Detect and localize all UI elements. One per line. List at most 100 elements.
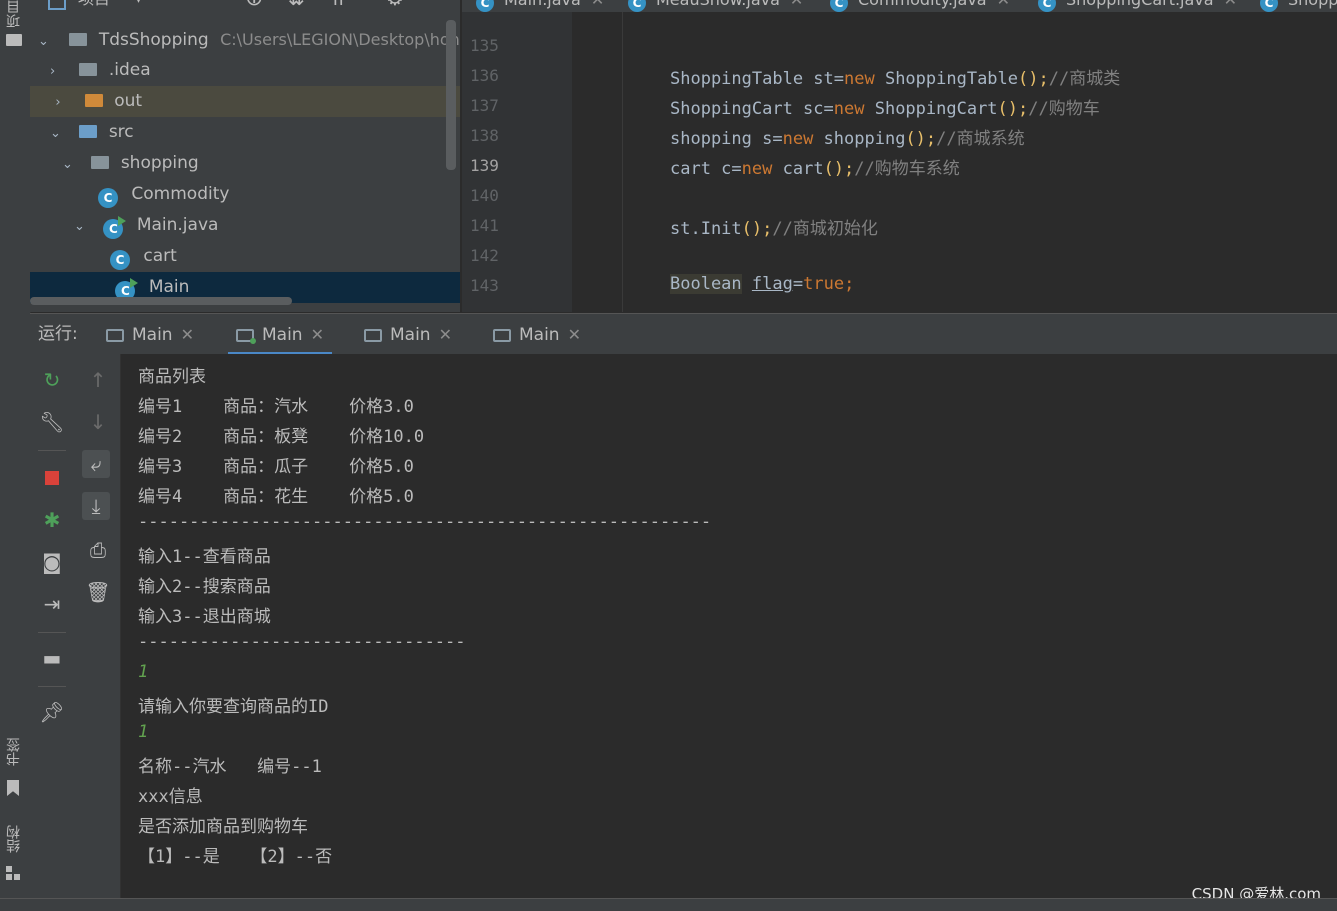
code-editor[interactable]: ShoppingTable st=new ShoppingTable();//商…	[572, 12, 1337, 312]
rerun-icon[interactable]: ↻	[38, 366, 66, 394]
bookmarks-tool-label[interactable]: 书签	[4, 738, 24, 766]
console-line: 输入2--搜索商品	[138, 577, 271, 597]
arrow-down-icon[interactable]: ↓	[84, 408, 112, 436]
line-number: 136	[470, 66, 499, 85]
wrench-icon[interactable]: 🔧︎	[38, 408, 66, 436]
tab-shoppingcart-java[interactable]: C ShoppingCart.java ✕	[1038, 0, 1237, 12]
tree-item-label: Commodity	[131, 184, 230, 204]
project-folder-icon[interactable]	[6, 34, 22, 46]
tree-item-main-java[interactable]: ⌄ C Main.java	[74, 210, 218, 241]
tree-item-label: TdsShopping	[98, 30, 209, 50]
console-line: 编号2 商品：板凳 价格10.0	[138, 427, 425, 447]
line-number: 135	[470, 36, 499, 55]
close-icon[interactable]: ✕	[568, 325, 581, 344]
layout-icon[interactable]: ▬	[38, 644, 66, 672]
trash-icon[interactable]: 🗑︎	[84, 578, 112, 606]
console-line: 名称--汽水 编号--1	[138, 757, 322, 777]
chevron-down-icon[interactable]: ⌄	[74, 211, 88, 242]
close-icon[interactable]: ✕	[1224, 0, 1237, 9]
pin-icon[interactable]: 📌︎	[38, 698, 66, 726]
line-number: 137	[470, 96, 499, 115]
run-tab-main-1[interactable]: Main ✕	[106, 314, 194, 355]
tab-shopp[interactable]: C Shopp	[1260, 0, 1337, 12]
class-icon: C	[830, 0, 848, 12]
hide-panel-icon[interactable]: —	[428, 0, 448, 8]
console-line: 输入3--退出商城	[138, 607, 271, 627]
class-icon: C	[1260, 0, 1278, 12]
tab-main-java[interactable]: C Main.java ✕	[476, 0, 604, 12]
folder-icon	[79, 63, 98, 76]
arrow-up-icon[interactable]: ↑	[84, 366, 112, 394]
soft-wrap-icon[interactable]: ⤶	[82, 450, 110, 478]
close-icon[interactable]: ✕	[311, 325, 324, 344]
console-line: 编号4 商品：花生 价格5.0	[138, 487, 414, 507]
console-line: 请输入你要查询商品的ID	[138, 697, 329, 717]
left-tool-strip: 项目 书签 结构	[0, 0, 31, 910]
tree-item-cart[interactable]: C cart	[110, 241, 177, 272]
line-number-current: 139	[470, 156, 499, 175]
print-icon[interactable]: ⎙	[84, 536, 112, 564]
view-dropdown-icon[interactable]: ▾	[135, 0, 142, 10]
stop-icon[interactable]	[38, 462, 66, 490]
horizontal-scrollbar[interactable]	[30, 297, 292, 305]
close-icon[interactable]: ✕	[439, 325, 452, 344]
vertical-scrollbar[interactable]	[446, 20, 456, 170]
tab-label: MeauShow.java	[656, 0, 780, 9]
run-tab-main-3[interactable]: Main ✕	[364, 314, 452, 355]
tree-item-shopping[interactable]: ⌄ shopping	[62, 148, 199, 179]
run-tab-main-4[interactable]: Main ✕	[493, 314, 581, 355]
collapse-all-icon[interactable]: ⇊	[288, 0, 305, 10]
module-path: C:\Users\LEGION\Desktop\hon	[220, 30, 460, 49]
structure-tool-label[interactable]: 结构	[4, 825, 24, 853]
expand-all-icon[interactable]: ⇈	[330, 0, 347, 10]
chevron-right-icon[interactable]: ›	[55, 87, 69, 118]
chevron-down-icon[interactable]: ⌄	[38, 26, 52, 57]
structure-icon[interactable]	[6, 866, 20, 880]
tree-item-label: shopping	[120, 153, 199, 173]
close-icon[interactable]: ✕	[591, 0, 604, 9]
tree-item-idea[interactable]: › .idea	[50, 55, 151, 86]
project-tool-label[interactable]: 项目	[4, 0, 24, 28]
line-number: 143	[470, 276, 499, 295]
tree-item-tdsshopping[interactable]: ⌄ TdsShopping C:\Users\LEGION\Desktop\ho…	[38, 24, 460, 55]
console-output[interactable]: 商品列表 编号1 商品：汽水 价格3.0 编号2 商品：板凳 价格10.0 编号3 商…	[121, 354, 1337, 910]
tab-label: ShoppingCart.java	[1066, 0, 1214, 9]
tab-meaushow-java[interactable]: C MeauShow.java ✕	[628, 0, 803, 12]
project-panel-title[interactable]: 项目	[78, 0, 110, 10]
line-number: 142	[470, 246, 499, 265]
scroll-to-end-icon[interactable]: ⤓	[82, 492, 110, 520]
bookmark-icon[interactable]	[7, 780, 19, 796]
project-view-icon	[48, 0, 66, 10]
tab-label: Main	[390, 325, 431, 345]
run-tool-window-header: 运行: Main ✕ Main ✕ Main ✕ Main ✕	[30, 313, 1337, 355]
close-icon[interactable]: ✕	[181, 325, 194, 344]
tab-label: Main	[519, 325, 560, 345]
exit-icon[interactable]: ⇥	[38, 590, 66, 618]
gear-icon[interactable]: ⚙	[386, 0, 404, 10]
debug-icon[interactable]: ✱	[38, 506, 66, 534]
bottom-status-bar	[0, 898, 1337, 911]
console-icon	[493, 329, 511, 342]
chevron-down-icon[interactable]: ⌄	[62, 149, 76, 180]
line-number: 141	[470, 216, 499, 235]
console-line: --------------------------------	[138, 632, 466, 652]
chevron-down-icon[interactable]: ⌄	[50, 118, 64, 149]
class-icon: C	[628, 0, 646, 12]
runnable-class-icon: C	[103, 216, 127, 239]
console-line: ----------------------------------------…	[138, 512, 712, 532]
tree-item-out[interactable]: › out	[30, 86, 460, 117]
run-tab-main-2[interactable]: Main ✕	[228, 314, 332, 355]
close-icon[interactable]: ✕	[790, 0, 803, 9]
tree-item-src[interactable]: ⌄ src	[50, 117, 134, 148]
tab-label: Main	[132, 325, 173, 345]
locate-icon[interactable]: ⊕	[245, 0, 263, 11]
tab-commodity-java[interactable]: C Commodity.java ✕	[830, 0, 1010, 12]
tree-item-commodity[interactable]: C Commodity	[98, 179, 229, 210]
chevron-right-icon[interactable]: ›	[50, 56, 64, 87]
close-icon[interactable]: ✕	[997, 0, 1010, 9]
camera-icon[interactable]: ◙	[38, 548, 66, 576]
module-folder-icon	[69, 33, 88, 46]
code-line-136: ShoppingTable st=new ShoppingTable();//商…	[670, 69, 1121, 89]
tree-item-label: Main	[148, 277, 190, 297]
tab-label: Main	[262, 325, 303, 345]
